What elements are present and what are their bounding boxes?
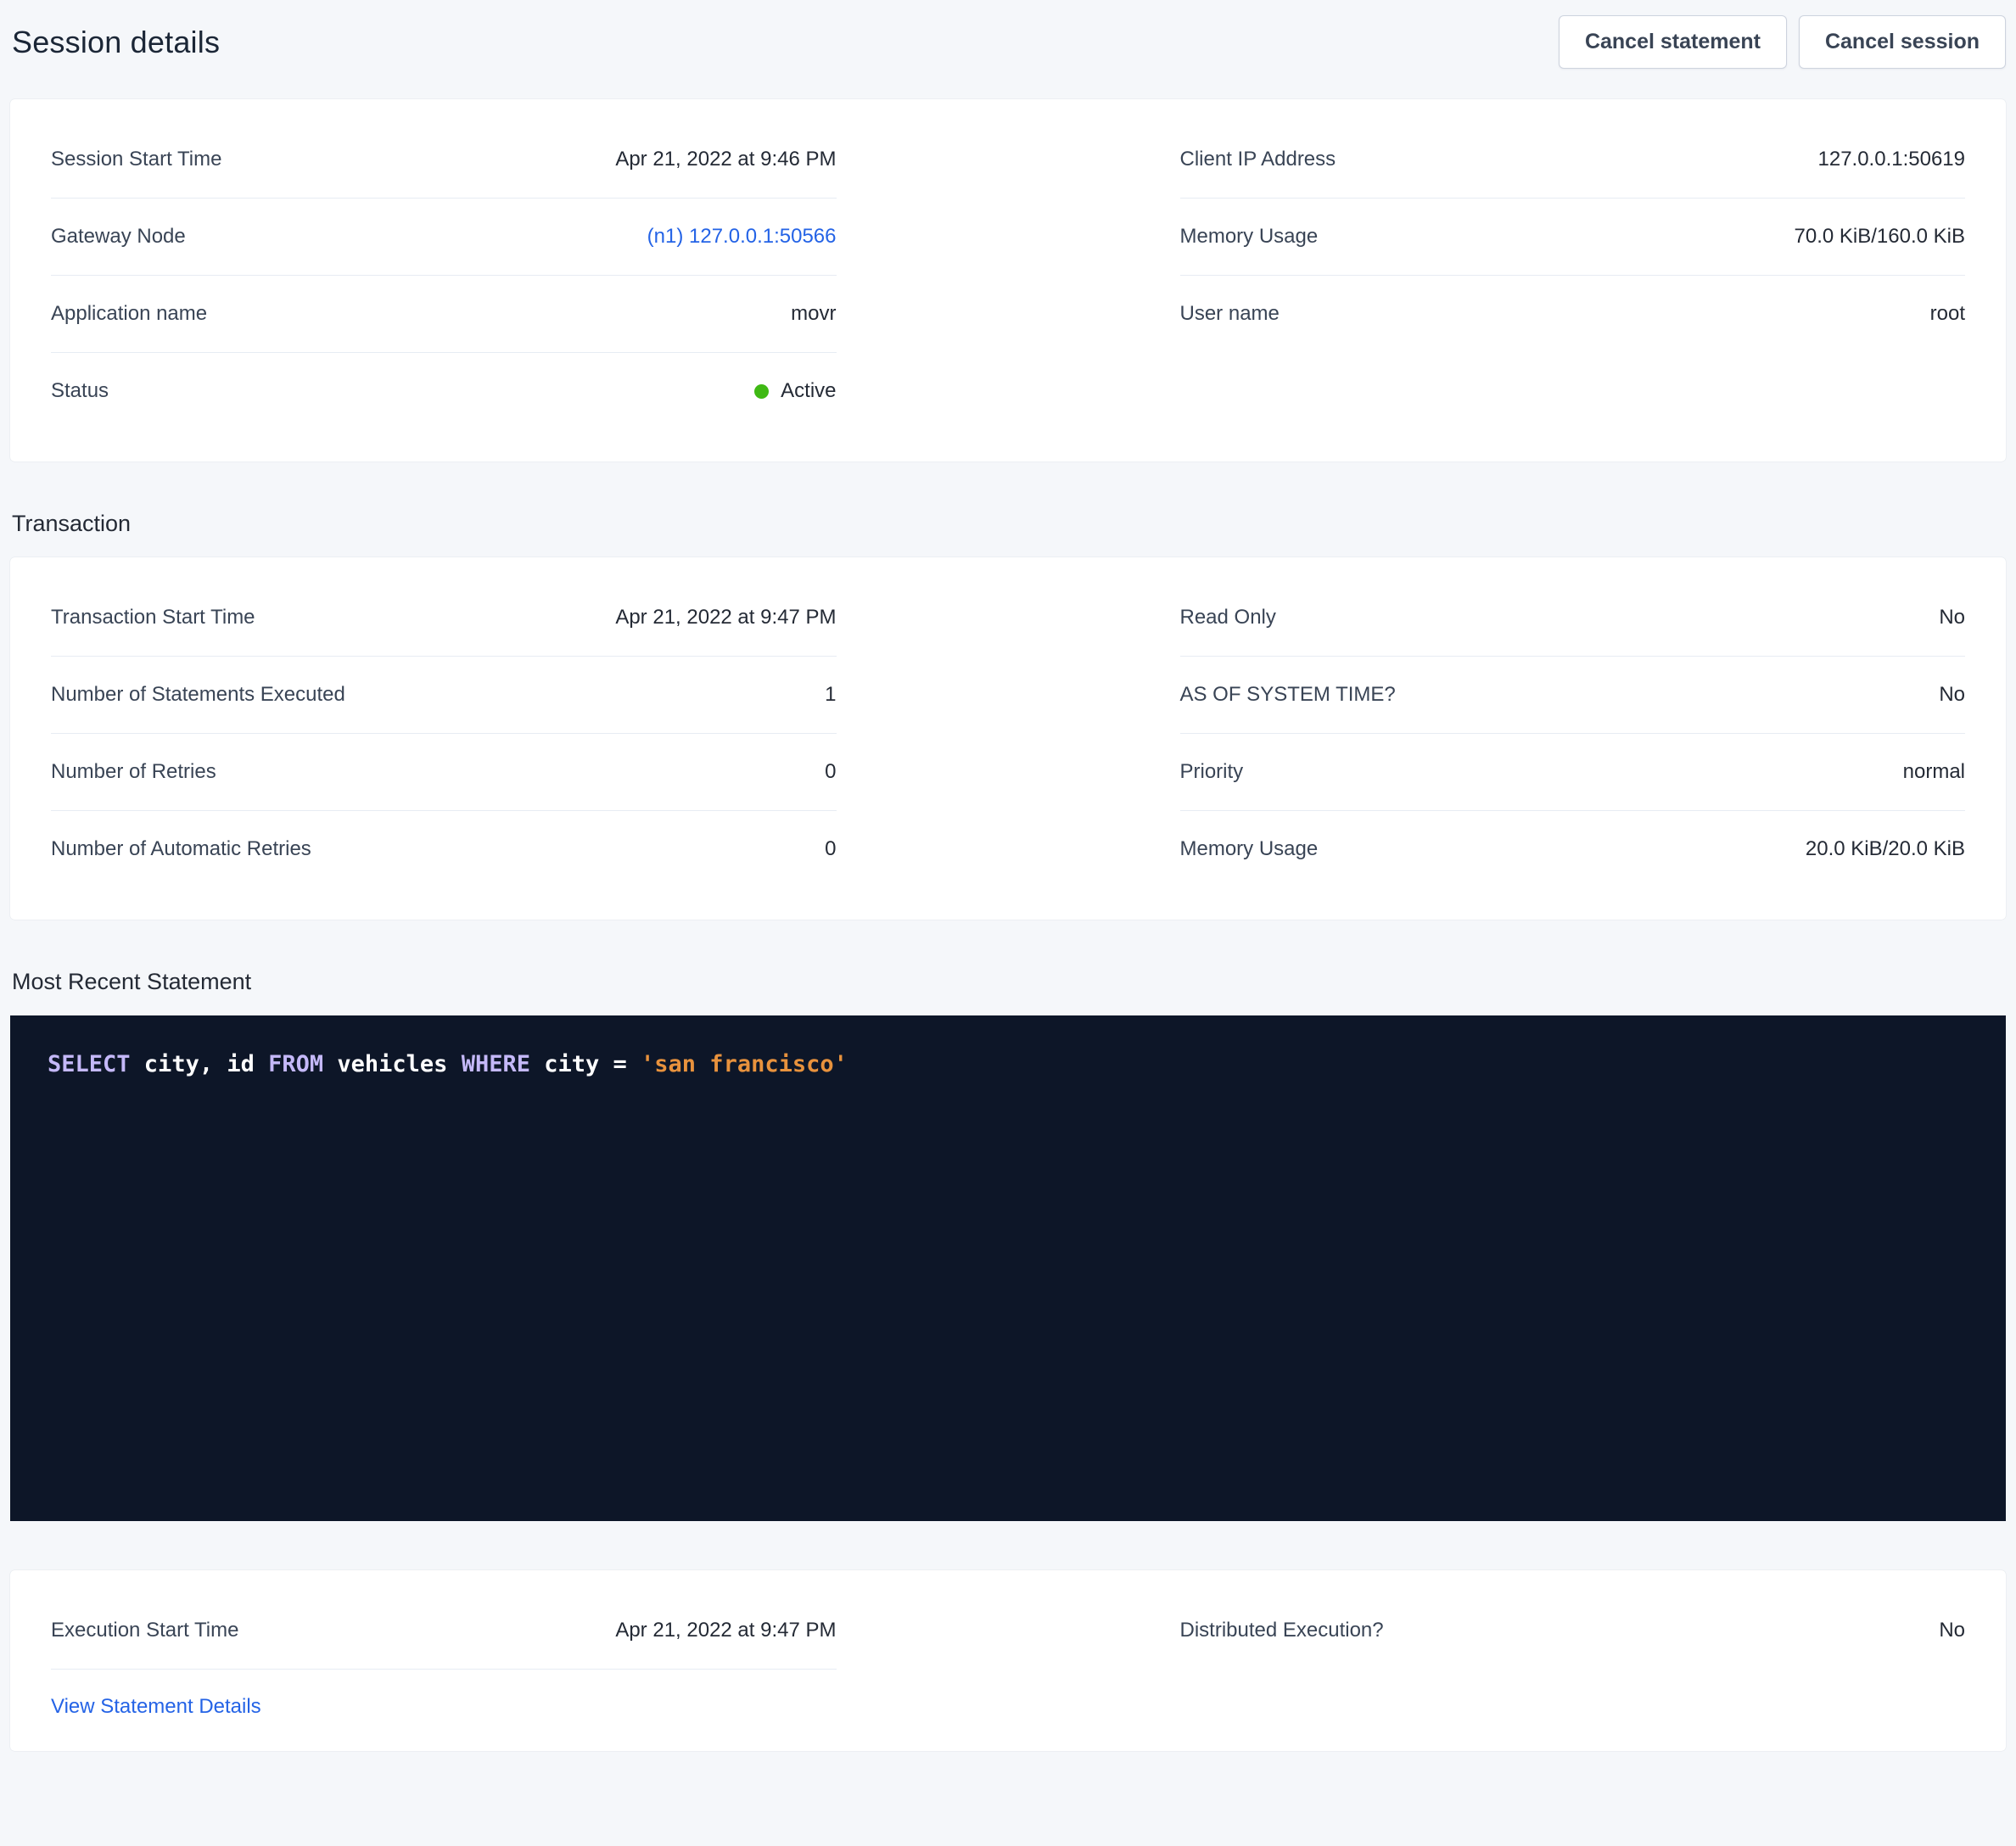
transaction-start-time-row: Transaction Start Time Apr 21, 2022 at 9… — [51, 579, 837, 657]
sql-text: vehicles — [323, 1051, 462, 1077]
session-summary-card: Session Start Time Apr 21, 2022 at 9:46 … — [10, 99, 2006, 462]
row-label: AS OF SYSTEM TIME? — [1180, 683, 1396, 707]
row-label: Number of Statements Executed — [51, 683, 345, 707]
transaction-left-column: Transaction Start Time Apr 21, 2022 at 9… — [51, 579, 837, 887]
session-summary-right-column: Client IP Address 127.0.0.1:50619 Memory… — [1180, 121, 1966, 352]
session-details-page: Session details Cancel statement Cancel … — [0, 0, 2016, 1751]
execution-left-column: Execution Start Time Apr 21, 2022 at 9:4… — [51, 1592, 837, 1719]
sql-text: city, id — [131, 1051, 269, 1077]
row-value: No — [1939, 683, 1965, 707]
page-title: Session details — [12, 25, 220, 60]
sql-keyword: SELECT — [48, 1051, 131, 1077]
cancel-session-button[interactable]: Cancel session — [1799, 15, 2006, 69]
row-label: Application name — [51, 302, 207, 326]
row-value: 70.0 KiB/160.0 KiB — [1795, 225, 1965, 249]
application-name-row: Application name movr — [51, 276, 837, 353]
memory-usage-row: Memory Usage 70.0 KiB/160.0 KiB — [1180, 199, 1966, 276]
row-label: Session Start Time — [51, 148, 221, 171]
statement-section-heading: Most Recent Statement — [10, 969, 2006, 995]
row-label: Distributed Execution? — [1180, 1619, 1384, 1642]
row-value: 0 — [825, 837, 836, 861]
row-label: Transaction Start Time — [51, 606, 255, 629]
transaction-card: Transaction Start Time Apr 21, 2022 at 9… — [10, 557, 2006, 920]
sql-keyword: FROM — [268, 1051, 323, 1077]
row-value: Apr 21, 2022 at 9:47 PM — [615, 1619, 836, 1642]
read-only-row: Read Only No — [1180, 579, 1966, 657]
row-value: movr — [791, 302, 836, 326]
sql-statement-box: SELECT city, id FROM vehicles WHERE city… — [10, 1015, 2006, 1521]
gateway-node-row: Gateway Node (n1) 127.0.0.1:50566 — [51, 199, 837, 276]
transaction-grid: Transaction Start Time Apr 21, 2022 at 9… — [51, 579, 1965, 887]
sql-text: city = — [530, 1051, 641, 1077]
sql-keyword: WHERE — [462, 1051, 530, 1077]
statements-executed-row: Number of Statements Executed 1 — [51, 657, 837, 734]
row-label: Gateway Node — [51, 225, 186, 249]
row-value: normal — [1903, 760, 1965, 784]
status-label: Active — [781, 379, 836, 403]
gateway-node-link[interactable]: (n1) 127.0.0.1:50566 — [647, 225, 837, 248]
row-value: No — [1939, 606, 1965, 629]
row-label: Priority — [1180, 760, 1244, 784]
transaction-section-heading: Transaction — [10, 511, 2006, 537]
client-ip-row: Client IP Address 127.0.0.1:50619 — [1180, 121, 1966, 199]
session-summary-grid: Session Start Time Apr 21, 2022 at 9:46 … — [51, 121, 1965, 429]
execution-card: Execution Start Time Apr 21, 2022 at 9:4… — [10, 1570, 2006, 1751]
number-of-retries-row: Number of Retries 0 — [51, 734, 837, 811]
status-row: Status Active — [51, 353, 837, 429]
row-label: Number of Automatic Retries — [51, 837, 311, 861]
session-start-time-row: Session Start Time Apr 21, 2022 at 9:46 … — [51, 121, 837, 199]
row-value: 20.0 KiB/20.0 KiB — [1806, 837, 1965, 861]
row-label: Execution Start Time — [51, 1619, 238, 1642]
row-label: Memory Usage — [1180, 225, 1319, 249]
priority-row: Priority normal — [1180, 734, 1966, 811]
distributed-execution-row: Distributed Execution? No — [1180, 1592, 1966, 1669]
automatic-retries-row: Number of Automatic Retries 0 — [51, 811, 837, 887]
status-badge: Active — [754, 379, 836, 403]
sql-string-literal: 'san francisco' — [641, 1051, 848, 1077]
row-value: root — [1930, 302, 1965, 326]
status-active-icon — [754, 384, 769, 399]
session-summary-left-column: Session Start Time Apr 21, 2022 at 9:46 … — [51, 121, 837, 429]
page-header: Session details Cancel statement Cancel … — [10, 15, 2006, 69]
row-value: Apr 21, 2022 at 9:47 PM — [615, 606, 836, 629]
execution-start-time-row: Execution Start Time Apr 21, 2022 at 9:4… — [51, 1592, 837, 1670]
row-label: User name — [1180, 302, 1280, 326]
row-label: Client IP Address — [1180, 148, 1336, 171]
row-label: Status — [51, 379, 109, 403]
execution-grid: Execution Start Time Apr 21, 2022 at 9:4… — [51, 1592, 1965, 1719]
transaction-memory-usage-row: Memory Usage 20.0 KiB/20.0 KiB — [1180, 811, 1966, 887]
row-value: 127.0.0.1:50619 — [1818, 148, 1966, 171]
row-label: Read Only — [1180, 606, 1276, 629]
transaction-right-column: Read Only No AS OF SYSTEM TIME? No Prior… — [1180, 579, 1966, 887]
row-value: 0 — [825, 760, 836, 784]
row-value: 1 — [825, 683, 836, 707]
row-value: Apr 21, 2022 at 9:46 PM — [615, 148, 836, 171]
as-of-system-time-row: AS OF SYSTEM TIME? No — [1180, 657, 1966, 734]
row-label: Number of Retries — [51, 760, 216, 784]
execution-right-column: Distributed Execution? No — [1180, 1592, 1966, 1669]
row-label: Memory Usage — [1180, 837, 1319, 861]
view-statement-details-link[interactable]: View Statement Details — [51, 1695, 261, 1719]
row-value: No — [1939, 1619, 1965, 1642]
cancel-statement-button[interactable]: Cancel statement — [1559, 15, 1787, 69]
user-name-row: User name root — [1180, 276, 1966, 352]
header-actions: Cancel statement Cancel session — [1559, 15, 2006, 69]
